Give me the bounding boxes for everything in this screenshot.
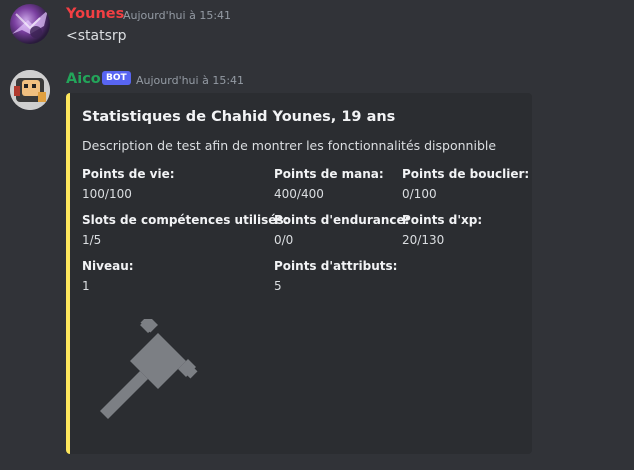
field-name: Points de bouclier: (402, 167, 530, 181)
field-value: 100/100 (82, 187, 132, 201)
field-name: Points d'attributs: (274, 259, 398, 273)
pin-icon[interactable] (96, 315, 200, 423)
field-value: 20/130 (402, 233, 445, 247)
avatar-aico[interactable] (10, 70, 50, 110)
embed-title: Statistiques de Chahid Younes, 19 ans (82, 109, 396, 125)
field-name: Niveau: (82, 259, 134, 273)
field-value: 400/400 (274, 187, 324, 201)
field-health: Points de vie: 100/100 (82, 167, 175, 201)
field-value: 0/100 (402, 187, 437, 201)
field-level: Niveau: 1 (82, 259, 134, 293)
field-name: Points de mana: (274, 167, 384, 181)
field-value: 1 (82, 279, 90, 293)
avatar-younes[interactable] (10, 4, 50, 44)
field-xp: Points d'xp: 20/130 (402, 213, 482, 247)
field-mana: Points de mana: 400/400 (274, 167, 384, 201)
field-name: Points d'xp: (402, 213, 483, 227)
field-value: 0/0 (274, 233, 294, 247)
author-name[interactable]: Younes (66, 6, 124, 22)
field-name: Points d'endurance: (274, 213, 410, 227)
field-shield: Points de bouclier: 0/100 (402, 167, 529, 201)
author-name[interactable]: Aico (66, 71, 101, 87)
stats-embed: Statistiques de Chahid Younes, 19 ans De… (66, 93, 532, 454)
field-name: Slots de compétences utilisés: (82, 213, 289, 227)
embed-description: Description de test afin de montrer les … (82, 138, 497, 153)
timestamp: Aujourd'hui à 15:41 (123, 9, 232, 22)
field-attributes: Points d'attributs: 5 (274, 259, 397, 293)
field-endurance: Points d'endurance: 0/0 (274, 213, 409, 247)
field-name: Points de vie: (82, 167, 175, 181)
message-content: <statsrp (66, 28, 127, 44)
field-value: 5 (274, 279, 282, 293)
field-skill-slots: Slots de compétences utilisés: 1/5 (82, 213, 288, 247)
timestamp: Aujourd'hui à 15:41 (136, 74, 245, 87)
bot-tag: BOT (102, 71, 131, 85)
field-value: 1/5 (82, 233, 102, 247)
